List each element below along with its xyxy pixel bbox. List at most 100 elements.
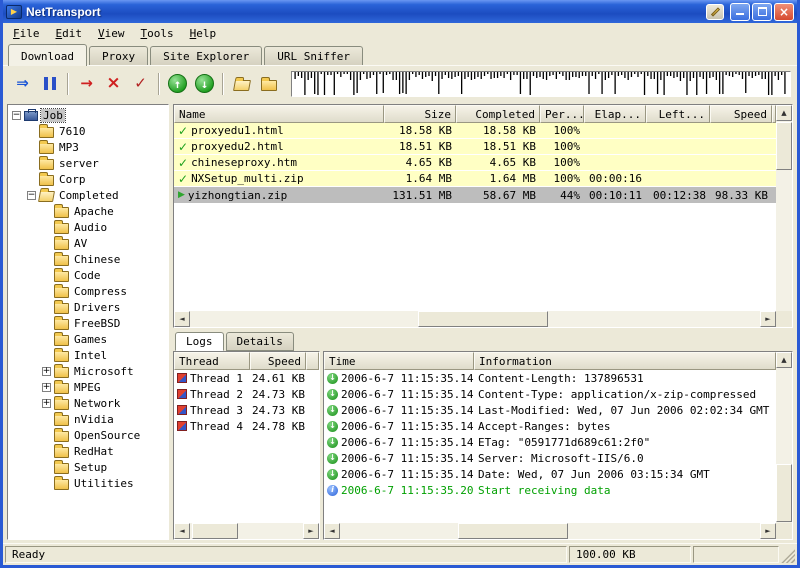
scroll-right-icon[interactable]: ► <box>303 523 319 539</box>
log-row[interactable]: ↓ 2006-6-7 11:15:35.140 Last-Modified: Wed… <box>324 402 776 418</box>
tree-item-mp3[interactable]: MP3 <box>8 139 168 155</box>
tree-item-7610[interactable]: 7610 <box>8 123 168 139</box>
maximize-button[interactable] <box>752 2 772 21</box>
thread-row[interactable]: Thread 3 24.73 KB <box>174 402 319 418</box>
minimize-button[interactable] <box>730 2 750 21</box>
thread-row[interactable]: Thread 4 24.78 KB <box>174 418 319 434</box>
expand-icon[interactable]: + <box>42 366 51 376</box>
download-row[interactable]: ✓ proxyedu1.html 18.58 KB 18.58 KB 100% <box>174 123 776 139</box>
thread-hscroll-thumb[interactable] <box>192 523 238 539</box>
log-vscroll-track[interactable] <box>776 368 792 523</box>
tab-download[interactable]: Download <box>8 44 87 66</box>
tree-item-intel[interactable]: Intel <box>8 347 168 363</box>
scroll-up-icon[interactable]: ▲ <box>776 105 792 121</box>
column-header-information[interactable]: Information <box>474 352 776 370</box>
download-hscroll[interactable]: ◄ ► <box>174 311 776 327</box>
tree-item-server[interactable]: server <box>8 155 168 171</box>
download-vscroll-track[interactable] <box>776 121 792 311</box>
log-row[interactable]: ↓ 2006-6-7 11:15:35.140 Content-Length: 13… <box>324 370 776 386</box>
download-hscroll-track[interactable] <box>190 311 760 327</box>
tree-item-chinese[interactable]: Chinese <box>8 251 168 267</box>
tree-item-apache[interactable]: Apache <box>8 203 168 219</box>
tree-item-code[interactable]: Code <box>8 267 168 283</box>
titlebar[interactable]: ▶ NetTransport × <box>3 0 797 23</box>
log-row[interactable]: ↓ 2006-6-7 11:15:35.140 Content-Type: appl… <box>324 386 776 402</box>
tree-item-opensource[interactable]: OpenSource <box>8 427 168 443</box>
scroll-right-icon[interactable]: ► <box>760 523 776 539</box>
log-vscroll[interactable]: ▲ ▼ <box>776 352 792 539</box>
thread-row[interactable]: Thread 1 24.61 KB <box>174 370 319 386</box>
toolbar-move-down-button[interactable]: ↓ <box>191 70 218 97</box>
log-hscroll[interactable]: ◄ ► <box>324 523 776 539</box>
column-header-speed[interactable]: Speed <box>710 105 772 123</box>
log-row[interactable]: ↓ 2006-6-7 11:15:35.140 ETag: "0591771d689… <box>324 434 776 450</box>
tree-item-setup[interactable]: Setup <box>8 459 168 475</box>
menu-view[interactable]: View <box>90 25 133 42</box>
toolbar-open-file-button[interactable] <box>228 70 255 97</box>
tree-item-audio[interactable]: Audio <box>8 219 168 235</box>
tab-site-explorer[interactable]: Site Explorer <box>150 46 263 65</box>
column-header-elapsed[interactable]: Elap... <box>584 105 646 123</box>
close-button[interactable]: × <box>774 2 794 21</box>
toolbar-resume-button[interactable]: → <box>73 70 100 97</box>
scroll-up-icon[interactable]: ▲ <box>776 352 792 368</box>
tree-item-games[interactable]: Games <box>8 331 168 347</box>
download-hscroll-thumb[interactable] <box>418 311 548 327</box>
download-vscroll-thumb[interactable] <box>776 122 792 170</box>
tab-logs[interactable]: Logs <box>175 332 224 351</box>
toolbar-move-up-button[interactable]: ↑ <box>164 70 191 97</box>
menu-tools[interactable]: Tools <box>133 25 182 42</box>
tree-item-redhat[interactable]: RedHat <box>8 443 168 459</box>
tab-details[interactable]: Details <box>225 332 294 351</box>
column-header-left[interactable]: Left... <box>646 105 710 123</box>
tab-proxy[interactable]: Proxy <box>88 46 149 65</box>
tree-item-mpeg[interactable]: + MPEG <box>8 379 168 395</box>
column-header-thread[interactable]: Thread <box>174 352 250 370</box>
scroll-right-icon[interactable]: ► <box>760 311 776 327</box>
log-row[interactable]: ↓ 2006-6-7 11:15:35.140 Date: Wed, 07 Jun … <box>324 466 776 482</box>
column-header-percent[interactable]: Per... <box>540 105 584 123</box>
tree-item-job[interactable]: − Job <box>8 107 168 123</box>
toolbar-delete-button[interactable]: × <box>100 70 127 97</box>
tree-item-utilities[interactable]: Utilities <box>8 475 168 491</box>
tree-item-network[interactable]: + Network <box>8 395 168 411</box>
column-header-name[interactable]: Name <box>174 105 384 123</box>
menu-edit[interactable]: Edit <box>48 25 91 42</box>
download-row[interactable]: ✓ chineseproxy.htm 4.65 KB 4.65 KB 100% <box>174 155 776 171</box>
log-row[interactable]: i 2006-6-7 11:15:35.203 Start receiving da… <box>324 482 776 498</box>
column-header-time[interactable]: Time <box>324 352 474 370</box>
tree-item-drivers[interactable]: Drivers <box>8 299 168 315</box>
thread-hscroll[interactable]: ◄ ► <box>174 523 319 539</box>
menu-help[interactable]: Help <box>182 25 225 42</box>
log-vscroll-thumb[interactable] <box>776 464 792 522</box>
tree-item-completed[interactable]: − Completed <box>8 187 168 203</box>
log-row[interactable]: ↓ 2006-6-7 11:15:35.140 Server: Microsoft-… <box>324 450 776 466</box>
log-hscroll-track[interactable] <box>340 523 760 539</box>
toolbar-new-job-button[interactable]: ⇒ <box>9 70 36 97</box>
menu-file[interactable]: File <box>5 25 48 42</box>
column-header-speed[interactable]: Speed <box>250 352 306 370</box>
skin-button[interactable] <box>706 3 724 20</box>
resize-grip[interactable] <box>781 546 795 563</box>
download-vscroll[interactable]: ▲ ▼ <box>776 105 792 327</box>
toolbar-confirm-button[interactable]: ✓ <box>127 70 154 97</box>
toolbar-pause-button[interactable] <box>36 70 63 97</box>
collapse-icon[interactable]: − <box>12 110 21 120</box>
download-row[interactable]: ✓ NXSetup_multi.zip 1.64 MB 1.64 MB 100% 00:0… <box>174 171 776 187</box>
tree-item-corp[interactable]: Corp <box>8 171 168 187</box>
expand-icon[interactable]: + <box>42 382 51 392</box>
thread-hscroll-track[interactable] <box>190 523 303 539</box>
scroll-left-icon[interactable]: ◄ <box>324 523 340 539</box>
tree-item-freebsd[interactable]: FreeBSD <box>8 315 168 331</box>
log-hscroll-thumb[interactable] <box>457 523 568 539</box>
column-header-size[interactable]: Size <box>384 105 456 123</box>
scroll-left-icon[interactable]: ◄ <box>174 311 190 327</box>
tree-item-av[interactable]: AV <box>8 235 168 251</box>
tree-item-nvidia[interactable]: nVidia <box>8 411 168 427</box>
log-row[interactable]: ↓ 2006-6-7 11:15:35.140 Accept-Ranges: byt… <box>324 418 776 434</box>
tab-url-sniffer[interactable]: URL Sniffer <box>264 46 364 65</box>
tree-item-microsoft[interactable]: + Microsoft <box>8 363 168 379</box>
scroll-left-icon[interactable]: ◄ <box>174 523 190 539</box>
column-header-completed[interactable]: Completed <box>456 105 540 123</box>
thread-row[interactable]: Thread 2 24.73 KB <box>174 386 319 402</box>
